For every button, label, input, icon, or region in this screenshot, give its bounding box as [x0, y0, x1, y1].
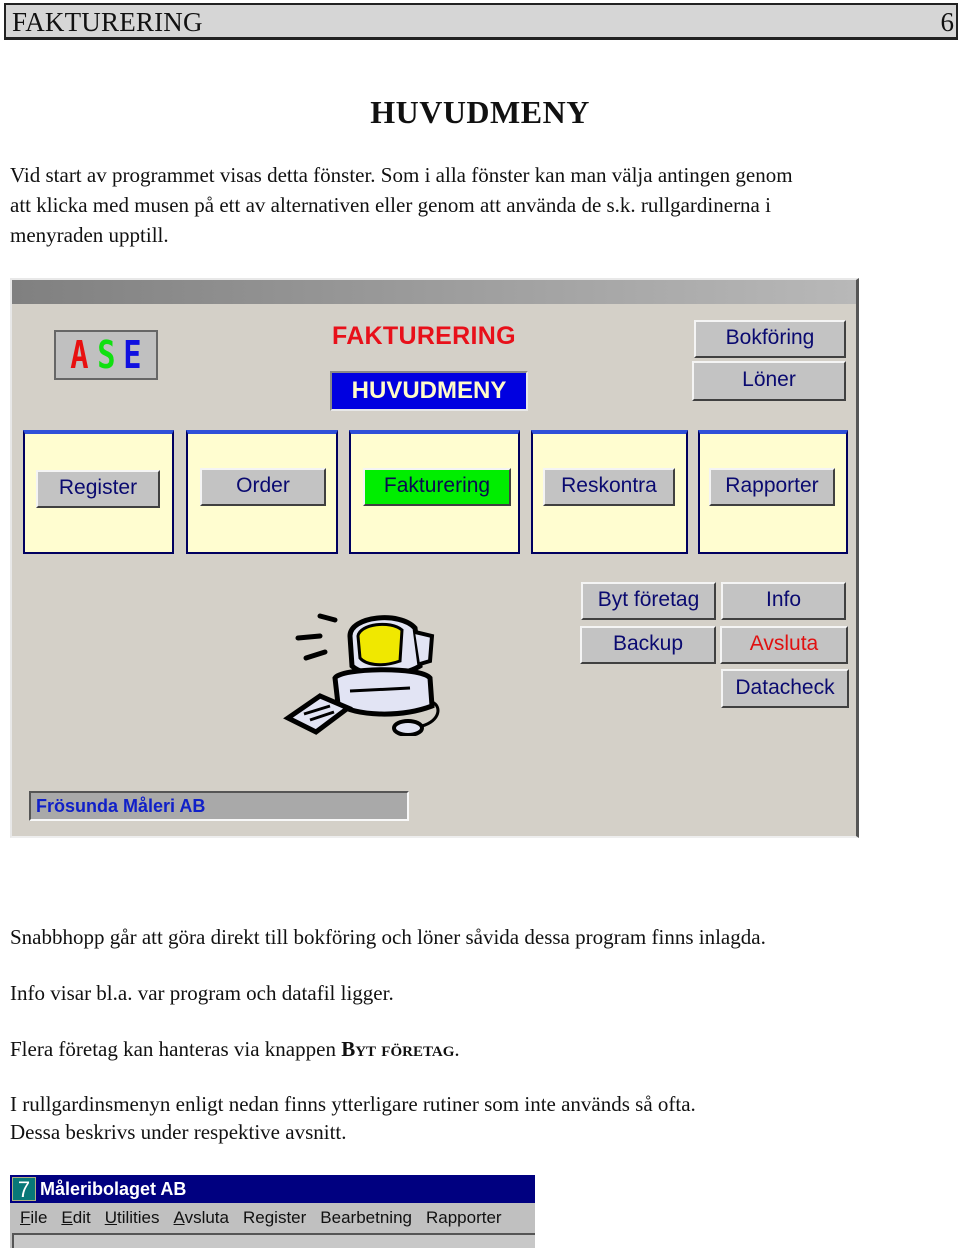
- menu-file[interactable]: File: [20, 1208, 47, 1228]
- bokforing-button[interactable]: Bokföring: [694, 320, 846, 358]
- logo-letter-e: E: [123, 333, 142, 377]
- intro-line-3: menyraden upptill.: [10, 223, 169, 247]
- flera-suffix: .: [454, 1037, 460, 1061]
- rullgardin-paragraph: I rullgardinsmenyn enligt nedan finns yt…: [10, 1090, 950, 1146]
- fakturering-button[interactable]: Fakturering: [363, 468, 511, 506]
- app-icon: 7: [12, 1177, 36, 1202]
- info-button[interactable]: Info: [721, 582, 846, 620]
- module-panel-reskontra: Reskontra: [531, 430, 688, 554]
- backup-button[interactable]: Backup: [580, 626, 716, 664]
- loner-button[interactable]: Löner: [692, 361, 846, 401]
- menu-bearbetning[interactable]: Bearbetning: [320, 1208, 412, 1228]
- order-button[interactable]: Order: [200, 468, 326, 506]
- page-header: FAKTURERING 6: [4, 3, 958, 40]
- app-subtitle: HUVUDMENY: [330, 371, 528, 411]
- rapporter-button[interactable]: Rapporter: [709, 468, 835, 506]
- menu-utilities[interactable]: Utilities: [105, 1208, 160, 1228]
- info-paragraph: Info visar bl.a. var program och datafil…: [10, 981, 394, 1005]
- page-number: 6: [940, 7, 955, 37]
- page-header-title: FAKTURERING: [12, 7, 203, 37]
- module-panel-order: Order: [186, 430, 338, 554]
- company-name-field: Frösunda Måleri AB: [29, 791, 409, 821]
- intro-line-1: Vid start av programmet visas detta föns…: [10, 163, 793, 187]
- menu-window-title: Måleribolaget AB: [40, 1178, 187, 1199]
- byt-foretag-button[interactable]: Byt företag: [581, 582, 716, 620]
- menu-edit[interactable]: Edit: [61, 1208, 90, 1228]
- intro-paragraph: Vid start av programmet visas detta föns…: [10, 160, 950, 250]
- snabbhopp-paragraph: Snabbhopp går att göra direkt till bokfö…: [10, 925, 766, 949]
- logo-letter-s: S: [96, 333, 116, 377]
- module-panel-register: Register: [23, 430, 174, 554]
- menu-bar-window: 7 Måleribolaget AB File Edit Utilities A…: [10, 1175, 535, 1248]
- menubar: File Edit Utilities Avsluta Register Bea…: [10, 1203, 535, 1233]
- computer-clipart-icon: [283, 613, 440, 736]
- module-panel-fakturering: Fakturering: [349, 430, 520, 554]
- datacheck-button[interactable]: Datacheck: [721, 669, 849, 708]
- window-client-edge: [12, 1233, 535, 1248]
- ase-logo: A S E: [54, 330, 158, 380]
- rullgardin-line-1: I rullgardinsmenyn enligt nedan finns yt…: [10, 1092, 696, 1116]
- intro-line-2: att klicka med musen på ett av alternati…: [10, 193, 771, 217]
- module-panel-rapporter: Rapporter: [698, 430, 848, 554]
- menu-avsluta[interactable]: Avsluta: [174, 1208, 229, 1228]
- byt-foretag-reference: Byt företag: [341, 1037, 455, 1061]
- flera-foretag-paragraph: Flera företag kan hanteras via knappen B…: [10, 1034, 950, 1064]
- main-menu-window: A S E FAKTURERING HUVUDMENY Bokföring Lö…: [10, 278, 859, 838]
- reskontra-button[interactable]: Reskontra: [543, 468, 675, 506]
- rullgardin-line-2: Dessa beskrivs under respektive avsnitt.: [10, 1120, 347, 1144]
- register-button[interactable]: Register: [36, 470, 160, 508]
- menu-rapporter[interactable]: Rapporter: [426, 1208, 502, 1228]
- window-titlebar: [12, 280, 856, 304]
- flera-text: Flera företag kan hanteras via knappen: [10, 1037, 342, 1061]
- app-title: FAKTURERING: [332, 322, 516, 350]
- avsluta-button[interactable]: Avsluta: [720, 626, 848, 664]
- section-heading: HUVUDMENY: [370, 94, 590, 130]
- menu-register[interactable]: Register: [243, 1208, 306, 1228]
- menu-window-titlebar: 7 Måleribolaget AB: [10, 1175, 535, 1203]
- logo-letter-a: A: [70, 333, 89, 377]
